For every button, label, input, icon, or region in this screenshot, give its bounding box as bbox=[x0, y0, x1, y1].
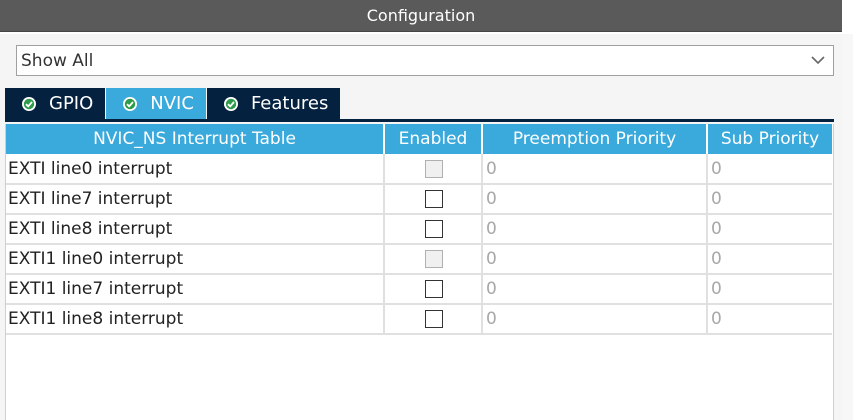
enabled-checkbox[interactable] bbox=[425, 310, 443, 328]
table-row[interactable]: EXTI line8 interrupt 0 0 bbox=[6, 214, 832, 245]
enabled-checkbox[interactable] bbox=[425, 220, 443, 238]
enabled-cell bbox=[384, 154, 483, 185]
interrupt-name: EXTI line8 interrupt bbox=[6, 214, 385, 245]
table-row[interactable]: EXTI line0 interrupt 0 0 bbox=[6, 154, 832, 185]
interrupt-name: EXTI1 line8 interrupt bbox=[6, 304, 385, 335]
tab-bar: GPIO NVIC Features bbox=[5, 88, 341, 119]
panel-body: Show All GPIO NVIC Features NVIC_NS Inte… bbox=[0, 34, 842, 420]
sub-priority[interactable]: 0 bbox=[707, 304, 832, 335]
window-title: Configuration bbox=[0, 0, 842, 32]
nvic-interrupt-table: NVIC_NS Interrupt Table Enabled Preempti… bbox=[5, 124, 834, 420]
tab-nvic-label: NVIC bbox=[150, 93, 194, 114]
enabled-cell bbox=[384, 184, 483, 215]
tab-gpio-label: GPIO bbox=[49, 93, 94, 114]
header-enabled[interactable]: Enabled bbox=[384, 124, 483, 154]
tab-features[interactable]: Features bbox=[206, 88, 341, 119]
header-preemption-priority[interactable]: Preemption Priority bbox=[482, 124, 708, 154]
interrupt-name: EXTI line0 interrupt bbox=[6, 154, 385, 185]
enabled-checkbox[interactable] bbox=[425, 250, 443, 268]
enabled-cell bbox=[384, 304, 483, 335]
sub-priority[interactable]: 0 bbox=[707, 274, 832, 305]
configuration-panel: Show All GPIO NVIC Features NVIC_NS Inte… bbox=[0, 34, 842, 420]
header-interrupt-table[interactable]: NVIC_NS Interrupt Table bbox=[6, 124, 385, 154]
sub-priority[interactable]: 0 bbox=[707, 244, 832, 275]
enabled-checkbox[interactable] bbox=[425, 190, 443, 208]
preemption-priority[interactable]: 0 bbox=[482, 304, 708, 335]
enabled-checkbox[interactable] bbox=[425, 159, 443, 178]
sub-priority[interactable]: 0 bbox=[707, 184, 832, 215]
interrupt-name: EXTI1 line7 interrupt bbox=[6, 274, 385, 305]
check-circle-icon bbox=[22, 96, 36, 111]
preemption-priority[interactable]: 0 bbox=[482, 184, 708, 215]
header-sub-priority[interactable]: Sub Priority bbox=[707, 124, 832, 154]
enabled-checkbox[interactable] bbox=[425, 280, 443, 298]
tab-features-label: Features bbox=[250, 93, 329, 114]
preemption-priority[interactable]: 0 bbox=[482, 214, 708, 245]
table-row[interactable]: EXTI line7 interrupt 0 0 bbox=[6, 184, 832, 215]
preemption-priority[interactable]: 0 bbox=[482, 274, 708, 305]
show-filter-value: Show All bbox=[21, 50, 94, 71]
table-header-row: NVIC_NS Interrupt Table Enabled Preempti… bbox=[6, 124, 832, 154]
preemption-priority[interactable]: 0 bbox=[482, 244, 708, 275]
tab-nvic[interactable]: NVIC bbox=[106, 88, 206, 119]
preemption-priority[interactable]: 0 bbox=[482, 154, 708, 185]
enabled-cell bbox=[384, 244, 483, 275]
right-edge-strip bbox=[842, 34, 853, 420]
table-row[interactable]: EXTI1 line8 interrupt 0 0 bbox=[6, 304, 832, 335]
table-row[interactable]: EXTI1 line7 interrupt 0 0 bbox=[6, 274, 832, 305]
interrupt-name: EXTI line7 interrupt bbox=[6, 184, 385, 215]
configuration-titlebar: Configuration bbox=[0, 0, 853, 34]
tab-underline bbox=[5, 119, 834, 122]
check-circle-icon bbox=[123, 96, 138, 111]
table-row[interactable]: EXTI1 line0 interrupt 0 0 bbox=[6, 244, 832, 275]
chevron-down-icon bbox=[811, 56, 825, 65]
sub-priority[interactable]: 0 bbox=[707, 154, 832, 185]
enabled-cell bbox=[384, 214, 483, 245]
check-circle-icon bbox=[223, 96, 238, 111]
sub-priority[interactable]: 0 bbox=[707, 214, 832, 245]
enabled-cell bbox=[384, 274, 483, 305]
interrupt-name: EXTI1 line0 interrupt bbox=[6, 244, 385, 275]
tab-gpio[interactable]: GPIO bbox=[5, 88, 106, 119]
show-filter-select[interactable]: Show All bbox=[16, 45, 834, 76]
